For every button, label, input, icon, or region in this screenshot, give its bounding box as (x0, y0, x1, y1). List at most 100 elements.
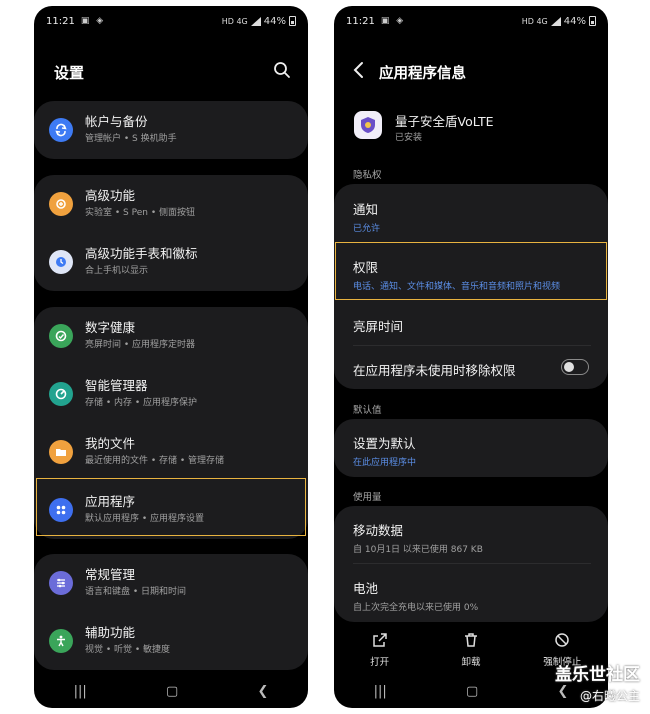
setting-title: 权限 (353, 260, 379, 275)
back-icon[interactable]: ❮ (257, 684, 268, 699)
settings-item-device-care[interactable]: 智能管理器 存储 • 内存 • 应用程序保护 (34, 365, 308, 423)
mobile-data-setting[interactable]: 移动数据 自 10月1日 以来已使用 867 KB (334, 520, 608, 555)
setting-title: 通知 (353, 202, 379, 217)
item-title: 高级功能手表和徽标 (85, 246, 198, 261)
page-title: 应用程序信息 (379, 66, 466, 82)
item-subtitle: 存储 • 内存 • 应用程序保护 (85, 398, 198, 408)
settings-group-general: 常规管理 语言和键盘 • 日期和时间 辅助功能 视觉 • 听觉 • 敏捷度 (34, 554, 308, 670)
battery-percent: 44% (563, 15, 586, 27)
app-install-status: 已安装 (395, 133, 423, 143)
network-indicator: HD 4G (521, 16, 548, 26)
section-header-defaults: 默认值 (353, 405, 382, 416)
nav-bar: ||| ▢ ❮ (34, 674, 308, 708)
uninstall-label: 卸载 (461, 657, 481, 668)
settings-group-advanced: 高级功能 实验室 • S Pen • 侧面按钮 高级功能手表和徽标 合上手机以显… (34, 175, 308, 291)
home-icon[interactable]: ▢ (166, 684, 178, 699)
permissions-setting[interactable]: 权限 电话、通知、文件和媒体、音乐和音频和照片和视频 (334, 257, 608, 292)
apps-icon (49, 498, 73, 522)
section-header-usage: 使用量 (353, 492, 382, 503)
settings-item-apps[interactable]: 应用程序 默认应用程序 • 应用程序设置 (34, 481, 308, 539)
item-title: 常规管理 (85, 567, 136, 582)
set-default-setting[interactable]: 设置为默认 在此应用程序中 (334, 433, 608, 468)
search-icon[interactable] (272, 60, 292, 80)
care-icon (49, 382, 73, 406)
screen-time-setting[interactable]: 亮屏时间 (334, 316, 608, 335)
settings-item-accounts[interactable]: 帐户与备份 管理帐户 • S 换机助手 (34, 101, 308, 159)
settings-item-my-files[interactable]: 我的文件 最近使用的文件 • 存储 • 管理存储 (34, 423, 308, 481)
setting-subtitle: 自 10月1日 以来已使用 867 KB (353, 545, 483, 555)
open-button[interactable]: 打开 (345, 628, 415, 676)
status-time: 11:21 (346, 15, 375, 27)
item-title: 智能管理器 (85, 378, 148, 393)
setting-title: 亮屏时间 (353, 319, 404, 334)
setting-subtitle: 已允许 (353, 224, 381, 234)
home-icon[interactable]: ▢ (466, 684, 478, 699)
sliders-icon (49, 571, 73, 595)
item-subtitle: 合上手机以显示 (85, 266, 149, 276)
status-bar: 11:21 ▣ ◈ HD 4G 44% (334, 6, 608, 36)
item-subtitle: 管理帐户 • S 换机助手 (85, 134, 177, 144)
settings-screen: 11:21 ▣ ◈ HD 4G 44% 设置 帐户与备份 管理帐户 • S 换机… (34, 6, 308, 708)
app-info-screen: 11:21 ▣ ◈ HD 4G 44% 应用程序信息 量子安全盾VoLTE 已安… (334, 6, 608, 708)
battery-icon (589, 16, 596, 26)
accessibility-icon (49, 629, 73, 653)
signal-icon (250, 16, 261, 26)
battery-setting[interactable]: 电池 自上次完全充电以来已使用 0% (334, 578, 608, 613)
setting-title: 电池 (353, 581, 379, 596)
watermark-author: @右曦公主 (579, 689, 640, 703)
trash-icon (464, 633, 477, 647)
settings-item-watch-badge[interactable]: 高级功能手表和徽标 合上手机以显示 (34, 233, 308, 291)
open-label: 打开 (370, 657, 390, 668)
divider (353, 345, 591, 346)
settings-group-accounts: 帐户与备份 管理帐户 • S 换机助手 (34, 101, 308, 159)
watermark-title: 盖乐世社区 (555, 665, 640, 685)
watch-icon (49, 250, 73, 274)
item-title: 数字健康 (85, 320, 136, 335)
setting-title: 移动数据 (353, 523, 404, 538)
network-indicator: HD 4G (221, 16, 248, 26)
folder-icon (49, 440, 73, 464)
status-bar: 11:21 ▣ ◈ HD 4G 44% (34, 6, 308, 36)
status-time: 11:21 (46, 15, 75, 27)
settings-item-accessibility[interactable]: 辅助功能 视觉 • 听觉 • 敏捷度 (34, 612, 308, 670)
gear-plus-icon (49, 192, 73, 216)
settings-item-digital-wellbeing[interactable]: 数字健康 亮屏时间 • 应用程序定时器 (34, 307, 308, 365)
setting-subtitle: 电话、通知、文件和媒体、音乐和音频和照片和视频 (353, 282, 561, 292)
stop-icon (555, 633, 570, 647)
setting-title: 设置为默认 (353, 436, 416, 451)
watermark: 盖乐世社区 @右曦公主 (555, 660, 640, 704)
item-subtitle: 实验室 • S Pen • 侧面按钮 (85, 208, 195, 218)
section-header-privacy: 隐私权 (353, 170, 382, 181)
item-subtitle: 语言和键盘 • 日期和时间 (85, 587, 187, 597)
uninstall-button[interactable]: 卸载 (436, 628, 506, 676)
setting-subtitle: 在此应用程序中 (353, 458, 417, 468)
item-subtitle: 视觉 • 听觉 • 敏捷度 (85, 645, 171, 655)
divider (353, 563, 591, 564)
recents-icon[interactable]: ||| (74, 684, 87, 699)
open-external-icon (372, 633, 387, 647)
notification-icons: ▣ ◈ (80, 16, 106, 26)
battery-percent: 44% (263, 15, 286, 27)
item-title: 帐户与备份 (85, 114, 148, 129)
notification-icons: ▣ ◈ (380, 16, 406, 26)
page-title: 设置 (54, 64, 85, 82)
item-title: 我的文件 (85, 436, 136, 451)
signal-icon (550, 16, 561, 26)
app-name: 量子安全盾VoLTE (395, 114, 494, 129)
back-arrow-icon[interactable] (352, 61, 366, 79)
notification-setting[interactable]: 通知 已允许 (334, 199, 608, 234)
remove-permissions-toggle[interactable] (561, 359, 589, 375)
item-title: 辅助功能 (85, 625, 136, 640)
app-shield-icon (354, 111, 382, 139)
wellbeing-icon (49, 324, 73, 348)
item-title: 高级功能 (85, 188, 136, 203)
sync-icon (49, 118, 73, 142)
recents-icon[interactable]: ||| (374, 684, 387, 699)
item-title: 应用程序 (85, 494, 136, 509)
settings-group-device: 数字健康 亮屏时间 • 应用程序定时器 智能管理器 存储 • 内存 • 应用程序… (34, 307, 308, 539)
item-subtitle: 最近使用的文件 • 存储 • 管理存储 (85, 456, 225, 466)
setting-subtitle: 自上次完全充电以来已使用 0% (353, 603, 479, 613)
settings-item-advanced-features[interactable]: 高级功能 实验室 • S Pen • 侧面按钮 (34, 175, 308, 233)
settings-item-general-management[interactable]: 常规管理 语言和键盘 • 日期和时间 (34, 554, 308, 612)
item-subtitle: 亮屏时间 • 应用程序定时器 (85, 340, 196, 350)
